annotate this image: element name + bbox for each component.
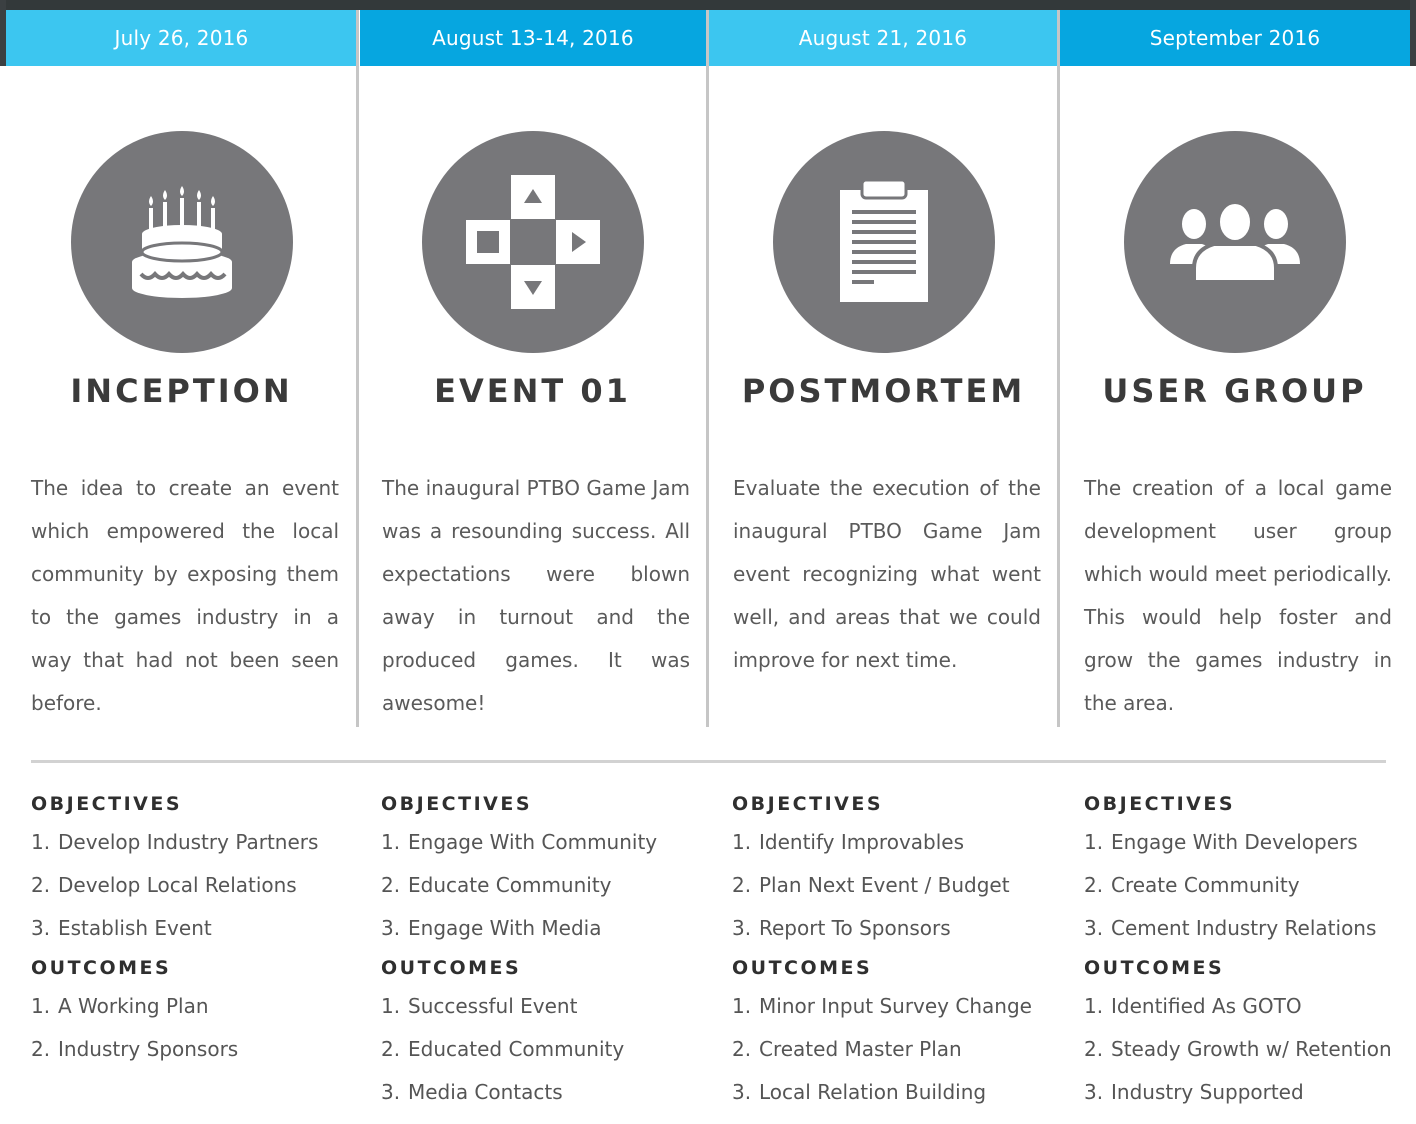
objectives-heading: OBJECTIVES [1084, 793, 1236, 815]
objectives-heading: OBJECTIVES [31, 793, 183, 815]
outcome-item: 3. Industry Supported [1084, 1080, 1304, 1104]
date-bar-postmortem: August 21, 2016 [709, 10, 1057, 66]
outcome-item: 2. Industry Sponsors [31, 1037, 239, 1061]
phase-column-inception: INCEPTION The idea to create an event wh… [6, 66, 357, 726]
objective-item: 1. Develop Industry Partners [31, 830, 319, 854]
objectives-heading: OBJECTIVES [732, 793, 884, 815]
phase-goals-postmortem: OBJECTIVES 1. Identify Improvables 2. Plan… [732, 790, 1072, 1114]
phase-title: POSTMORTEM [741, 372, 1026, 410]
outcome-item: 2. Created Master Plan [732, 1037, 962, 1061]
outcome-item: 2. Steady Growth w/ Retention [1084, 1037, 1392, 1061]
objective-item: 2. Educate Community [381, 873, 612, 897]
outcome-item: 3. Media Contacts [381, 1080, 563, 1104]
date-bar-event-01: August 13-14, 2016 [360, 10, 706, 66]
objective-item: 3. Establish Event [31, 916, 212, 940]
phase-title: USER GROUP [1102, 372, 1367, 410]
objective-item: 3. Report To Sponsors [732, 916, 951, 940]
date-label: September 2016 [1149, 26, 1321, 50]
phase-column-event-01: EVENT 01 The inaugural PTBO Game Jam was… [357, 66, 708, 726]
date-bar-user-group: September 2016 [1060, 10, 1410, 66]
objective-item: 1. Engage With Developers [1084, 830, 1358, 854]
right-edge-background [1410, 0, 1416, 66]
outcome-item: 3. Local Relation Building [732, 1080, 987, 1104]
icon-circle [70, 131, 293, 353]
phase-description: The inaugural PTBO Game Jam was a resoun… [382, 476, 690, 715]
date-label: August 21, 2016 [798, 26, 968, 50]
outcome-item: 1. A Working Plan [31, 994, 209, 1018]
outcome-item: 1. Successful Event [381, 994, 578, 1018]
phase-column-postmortem: POSTMORTEM Evaluate the execution of the… [708, 66, 1059, 726]
objective-item: 3. Cement Industry Relations [1084, 916, 1377, 940]
phase-column-user-group: USER GROUP The creation of a local game … [1059, 66, 1410, 726]
phase-description: The idea to create an event which empowe… [31, 476, 339, 715]
objective-item: 2. Develop Local Relations [31, 873, 297, 897]
clipboard-icon [839, 180, 928, 302]
user-group-icon [1169, 202, 1300, 282]
objective-item: 1. Engage With Community [381, 830, 658, 854]
icon-circle [421, 131, 644, 353]
objectives-heading: OBJECTIVES [381, 793, 533, 815]
phase-goals-inception: OBJECTIVES 1. Develop Industry Partners 2… [31, 790, 371, 1071]
phase-goals-user-group: OBJECTIVES 1. Engage With Developers 2. Cr… [1084, 790, 1416, 1114]
phase-description: The creation of a local game development… [1084, 476, 1392, 715]
outcome-item: 1. Minor Input Survey Change [732, 994, 1032, 1018]
gamepad-dpad-icon [465, 175, 600, 309]
outcome-item: 1. Identified As GOTO [1084, 994, 1302, 1018]
phase-description: Evaluate the execution of the inaugural … [733, 476, 1041, 672]
outcomes-heading: OUTCOMES [732, 957, 873, 979]
objective-item: 3. Engage With Media [381, 916, 602, 940]
date-label: August 13-14, 2016 [432, 26, 634, 50]
icon-circle [1123, 131, 1346, 353]
top-background-strip [0, 0, 1416, 10]
date-bar-inception: July 26, 2016 [6, 10, 357, 66]
objective-item: 2. Create Community [1084, 873, 1300, 897]
phase-title: EVENT 01 [434, 372, 631, 410]
outcomes-heading: OUTCOMES [1084, 957, 1225, 979]
outcomes-heading: OUTCOMES [381, 957, 522, 979]
outcomes-heading: OUTCOMES [31, 957, 172, 979]
objective-item: 2. Plan Next Event / Budget [732, 873, 1010, 897]
section-divider [31, 760, 1386, 763]
birthday-cake-icon [131, 186, 232, 298]
outcome-item: 2. Educated Community [381, 1037, 625, 1061]
objective-item: 1. Identify Improvables [732, 830, 965, 854]
phase-goals-event-01: OBJECTIVES 1. Engage With Community 2. Edu… [381, 790, 721, 1114]
date-label: July 26, 2016 [114, 26, 249, 50]
icon-circle [772, 131, 995, 353]
phase-title: INCEPTION [70, 372, 293, 410]
